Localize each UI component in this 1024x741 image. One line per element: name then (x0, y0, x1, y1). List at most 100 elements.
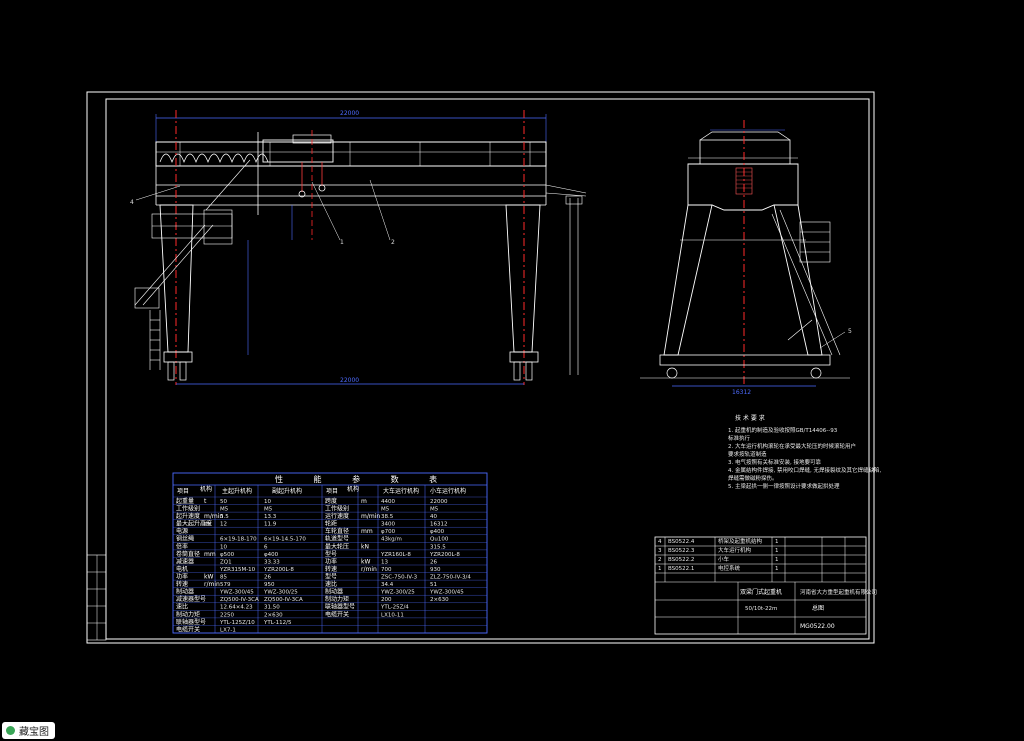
tech-note-line: 3. 电气按照有关标准安装, 接地要可靠 (728, 458, 821, 466)
side-elevation: 16312 5 (640, 120, 852, 396)
params-cell: φ700 (381, 529, 396, 535)
tech-note-line: 5. 主梁起拱一侧一律按照设计要求做起拱处理 (728, 482, 840, 490)
params-cell: 钢丝绳 (176, 535, 194, 543)
params-cell: 转速 (176, 580, 188, 588)
side-bottom-dim: 16312 (732, 389, 751, 396)
params-cell: YZR200L-8 (429, 552, 460, 558)
params-cell: YZR315M-10 (219, 567, 256, 573)
watermark-badge[interactable]: 藏宝图 (2, 722, 55, 739)
title-block-cell: 1 (775, 557, 779, 563)
params-cell: 930 (430, 567, 441, 573)
params-cell: YTL-125Z/10 (219, 620, 255, 626)
params-cell: 功率 (176, 573, 188, 581)
params-cell: mm (204, 551, 216, 558)
params-cell: 联轴器型号 (176, 618, 206, 626)
params-cell: t (204, 498, 207, 505)
params-cell: YWZ-300/25 (263, 590, 298, 596)
tech-note-line: 标准执行 (728, 434, 751, 442)
params-cell: 最大轮压 (325, 542, 349, 550)
callout-2: 2 (391, 239, 395, 246)
tech-note-line: 2. 大车运行机构滚轮在承受最大轮压的时候滚轮用户 (728, 442, 856, 450)
inner-border (105, 98, 870, 640)
params-cell: LX7-1 (220, 627, 236, 633)
params-cell: r/min (204, 581, 220, 588)
tech-notes-title: 技 术 要 求 (735, 414, 765, 422)
params-cell: 转速 (325, 565, 337, 573)
params-col-head: 机构 (200, 485, 212, 493)
params-cell: 2×630 (264, 612, 283, 618)
params-cell: ZQ500-IV-3CA (220, 597, 259, 603)
params-cell: 51 (430, 582, 437, 588)
params-cell: m (204, 521, 210, 528)
params-cell: YZR200L-8 (263, 567, 294, 573)
params-cell: φ400 (430, 529, 445, 535)
params-cell: ZLZ-750-IV-3/4 (430, 575, 471, 581)
params-cell: kW (361, 558, 370, 565)
title-block-cell: BS0522.3 (668, 548, 695, 554)
params-cell: 12 (220, 522, 227, 528)
params-cell: 型号 (325, 550, 337, 558)
drawing-number: MG0522.00 (800, 623, 835, 630)
params-cell: m (361, 498, 367, 505)
params-col-head: 项目 (326, 488, 338, 495)
params-cell: 6 (264, 544, 268, 550)
company-name: 河南省大方重型起重机有限公司 (800, 588, 877, 596)
title-block-cell: 1 (658, 566, 662, 572)
params-cell: 11.9 (264, 522, 277, 528)
tech-note-line: 4. 金属结构件焊接, 禁用咬口焊缝, 无焊接裂纹及其它焊缝缺陷, (728, 466, 881, 474)
params-cell: 579 (220, 582, 231, 588)
params-cell: 车轮直径 (325, 527, 349, 535)
drawing-name: 总图 (812, 604, 824, 612)
params-cell: 速比 (325, 580, 337, 588)
params-cell: 26 (264, 575, 271, 581)
params-cell: 制动器 (176, 588, 194, 596)
params-cell: 制动器 (325, 588, 343, 596)
params-cell: 40 (430, 514, 437, 520)
params-cell: 起重量 (176, 497, 194, 505)
params-cell: 31.50 (264, 605, 280, 611)
title-block-cell: 小车 (718, 555, 730, 563)
params-cell: 12.64×4.23 (220, 605, 253, 611)
params-cell: 950 (264, 582, 275, 588)
title-block: 4 BS0522.4 桥架及起重机结构 1 3 BS0522.3 大车运行机构 1 2 BS052… (654, 536, 877, 635)
title-block-cell: 1 (775, 548, 779, 554)
params-cell: 工作级别 (325, 505, 349, 513)
badge-dot-icon (6, 726, 15, 735)
params-cell: 13 (381, 559, 388, 565)
cad-drawing-canvas: 22000 22000 4 1 2 16312 5 技 术 要 求 1. 起重机… (86, 91, 881, 644)
params-cell: YZR160L-8 (380, 552, 411, 558)
params-cell: 50 (220, 499, 227, 505)
title-block-cell: 桥架及起重机结构 (718, 537, 763, 545)
title-block-cell: 2 (658, 557, 662, 563)
params-cell: 85 (220, 575, 227, 581)
params-cell: YWZ-300/25 (380, 590, 415, 596)
params-cell: 43kg/m (381, 537, 402, 543)
span-top-dim: 22000 (340, 110, 359, 117)
tech-note-line: 要求按轨道制造 (728, 450, 767, 458)
params-cell: 轨道型号 (325, 535, 349, 543)
badge-label: 藏宝图 (19, 727, 49, 738)
params-cell: 10 (264, 499, 271, 505)
params-cell: 电机 (176, 565, 188, 573)
params-cell: kN (361, 543, 369, 550)
params-cell: 2×630 (430, 597, 449, 603)
params-cell: 卷筒直径 (176, 550, 200, 558)
params-cell: 速比 (176, 603, 188, 611)
params-col-head: 主起升机构 (222, 487, 252, 495)
params-header: 性 能 参 数 表 (275, 474, 451, 484)
params-cell: mm (361, 528, 373, 535)
params-cell: ZQ1 (220, 559, 232, 565)
params-cell: M5 (264, 507, 273, 513)
params-cell: YTL-112/5 (263, 620, 292, 626)
params-cell: 26 (430, 559, 437, 565)
title-block-cell: BS0522.1 (668, 566, 694, 572)
margin-strip (86, 554, 107, 641)
params-cell: 3.5 (220, 514, 229, 520)
tech-note-line: 焊缝需做磁粉探伤。 (728, 474, 778, 482)
span-bottom-dim: 22000 (340, 377, 359, 384)
params-col-head: 机构 (347, 485, 359, 493)
params-cell: φ500 (220, 552, 235, 558)
params-cell: YWZ-300/45 (219, 590, 254, 596)
tech-notes: 技 术 要 求 1. 起重机的制造及验收按照GB/T14406--93 标准执行… (728, 414, 881, 490)
params-col-head: 项目 (177, 488, 189, 495)
